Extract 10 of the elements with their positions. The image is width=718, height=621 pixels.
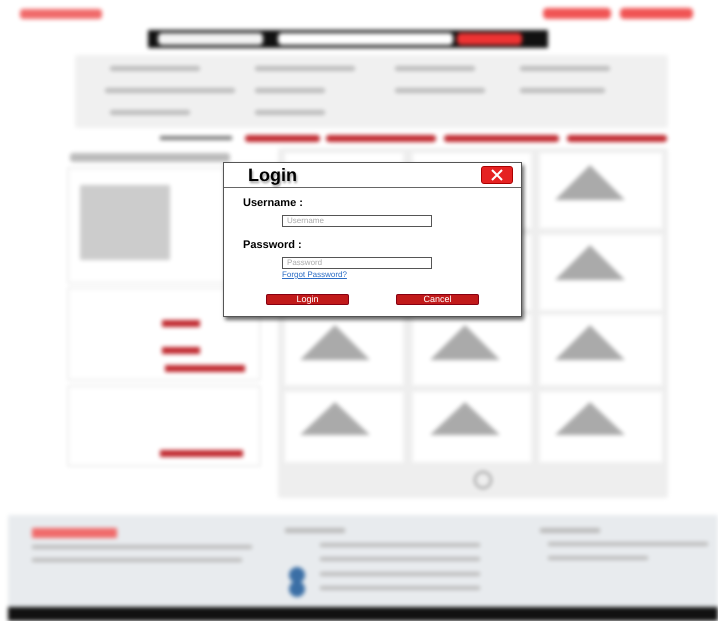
close-icon	[490, 169, 504, 181]
field-label: Username :	[243, 196, 304, 210]
field-label: Password :	[243, 238, 303, 252]
close-button[interactable]	[481, 166, 513, 184]
login-button[interactable]: Login	[266, 294, 349, 305]
dialog-title: Login	[248, 164, 297, 187]
cancel-button[interactable]: Cancel	[396, 294, 479, 305]
username-field[interactable]: Username	[282, 215, 432, 227]
forgot-password-link[interactable]: Forgot Password?	[282, 270, 347, 280]
password-field[interactable]: Password	[282, 257, 432, 269]
